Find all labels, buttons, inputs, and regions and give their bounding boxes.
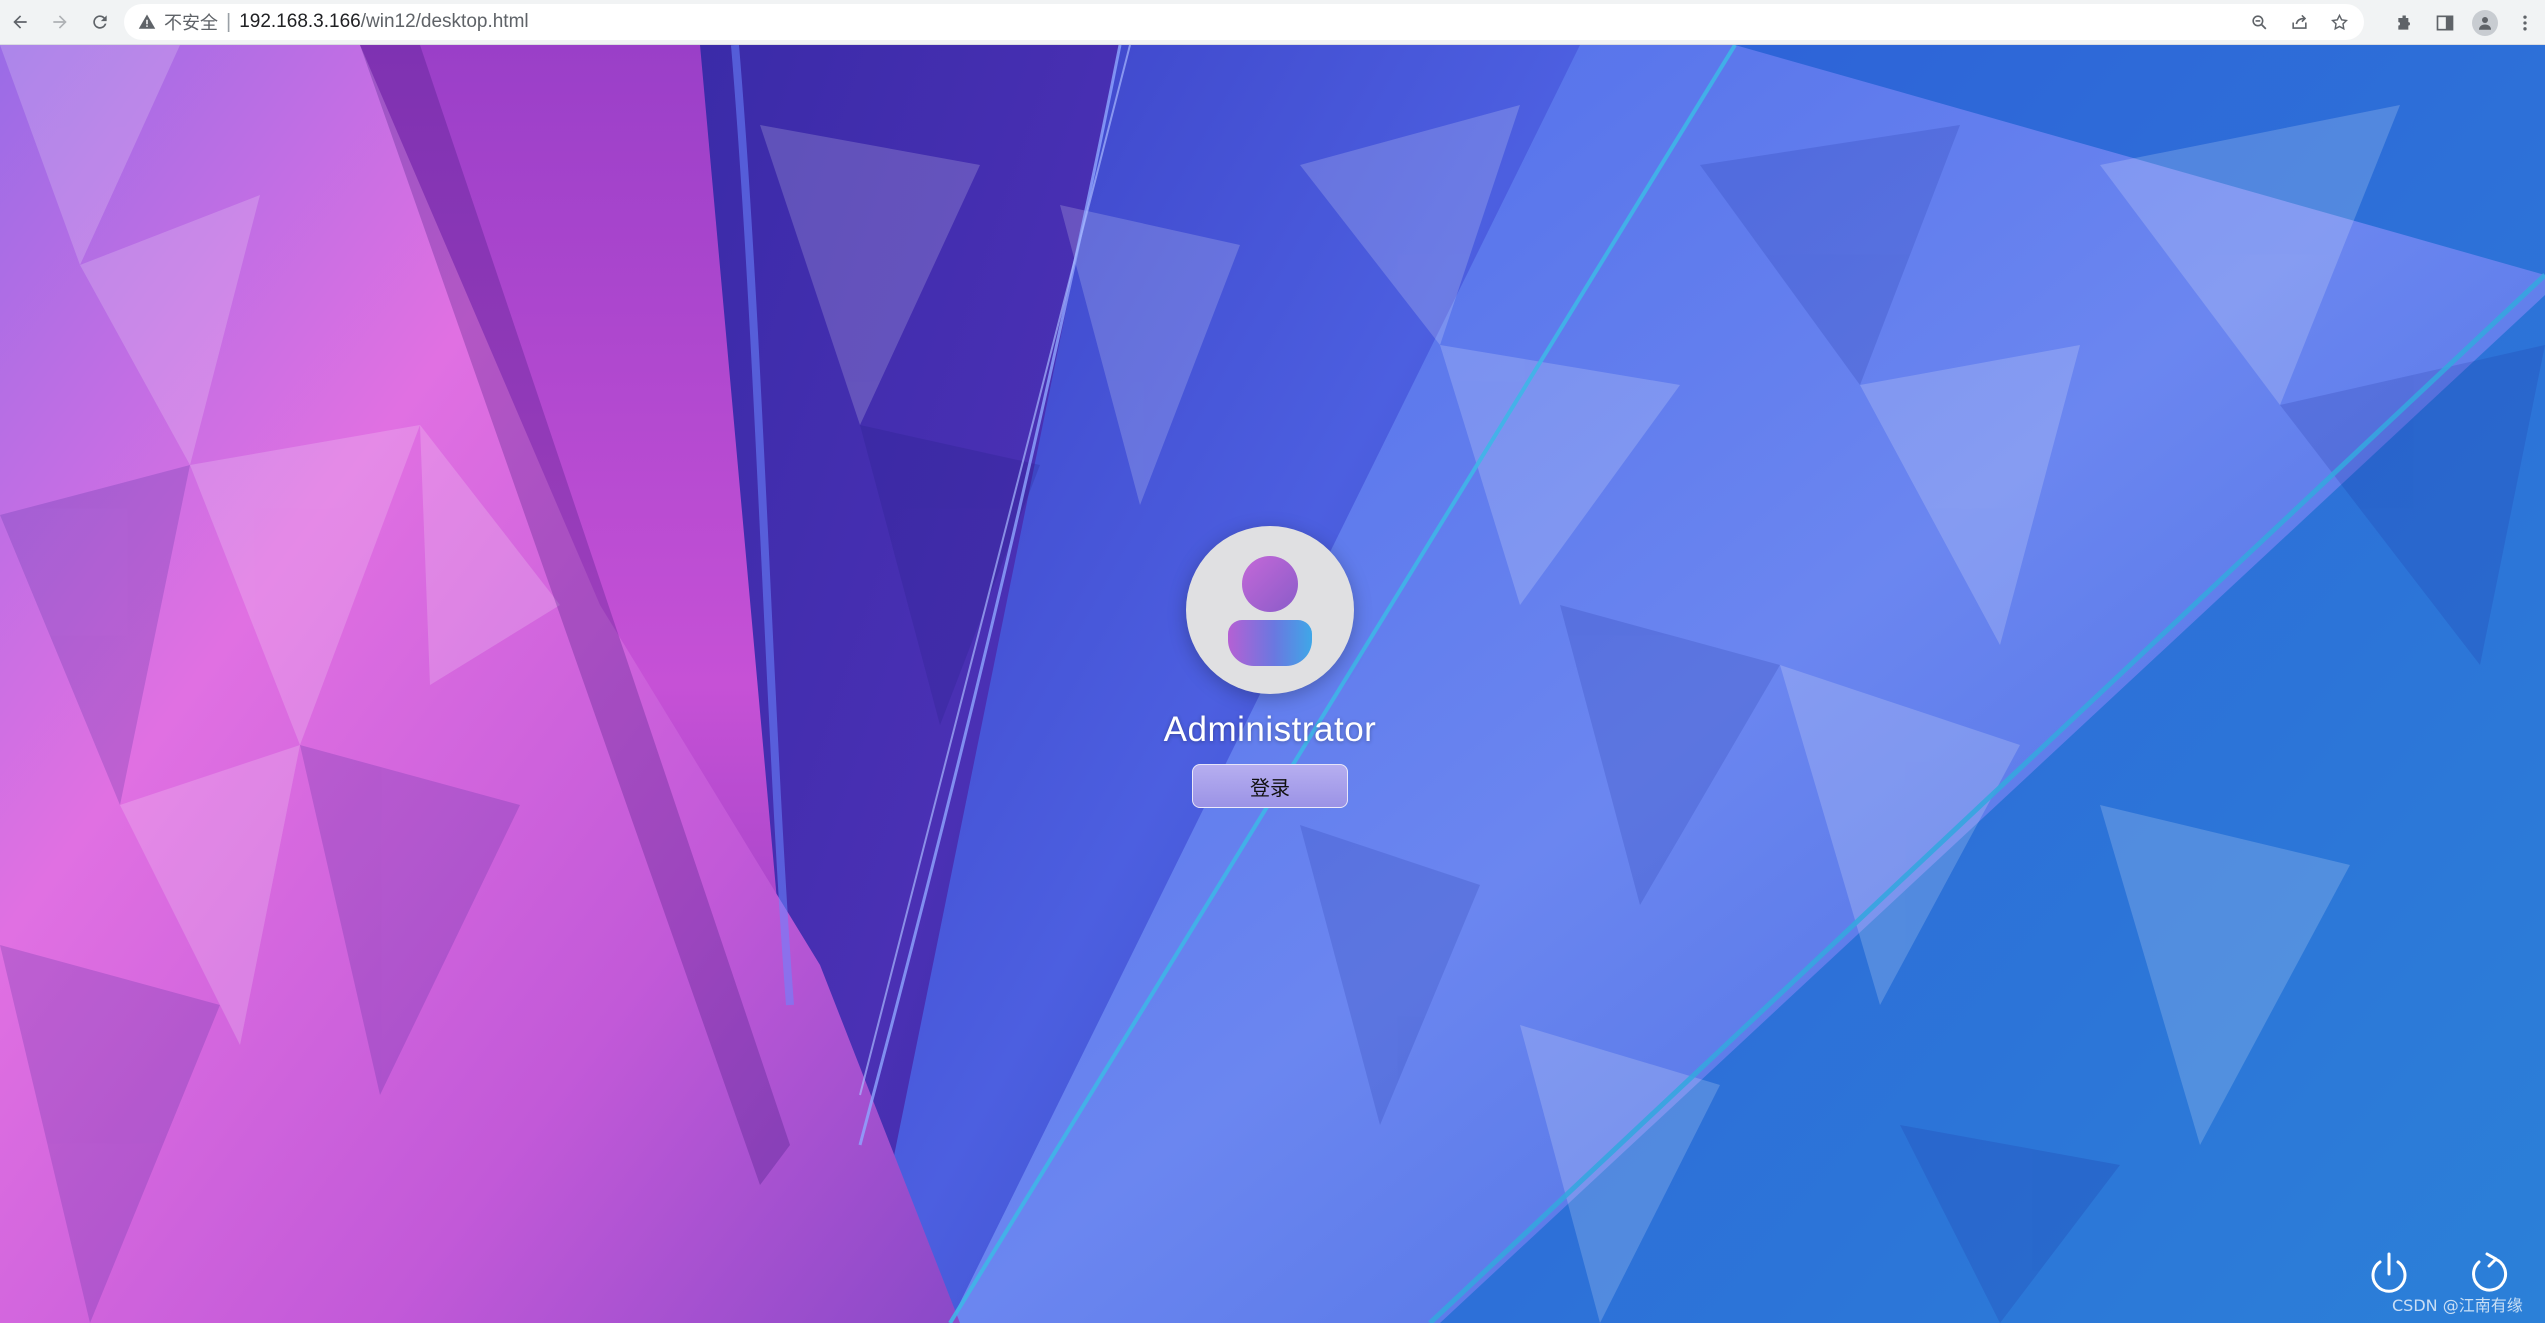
browser-toolbar: 不安全 | 192.168.3.166/win12/desktop.html (0, 0, 2545, 45)
restart-icon (2472, 1252, 2508, 1292)
user-avatar (1186, 526, 1354, 694)
menu-kebab-icon (2523, 15, 2527, 30)
bookmark-star-icon (2330, 13, 2348, 30)
zoom-button[interactable] (2244, 7, 2274, 37)
forward-icon (53, 15, 67, 29)
reload-button[interactable] (80, 0, 120, 45)
security-label[interactable]: 不安全 (164, 9, 218, 35)
avatar-head-shape (1242, 556, 1298, 612)
zoom-icon (2251, 14, 2266, 29)
back-icon (13, 15, 27, 29)
share-icon (2291, 14, 2307, 29)
bookmark-button[interactable] (2324, 7, 2354, 37)
url-host: 192.168.3.166 (239, 11, 361, 32)
csdn-watermark: CSDN @江南有缘 (2392, 1296, 2523, 1315)
browser-right-tools (2385, 0, 2545, 45)
extensions-icon (2398, 15, 2410, 30)
browser-menu-button[interactable] (2505, 0, 2545, 45)
forward-button[interactable] (40, 0, 80, 45)
side-panel-button[interactable] (2425, 0, 2465, 45)
power-icon (2371, 1252, 2407, 1293)
address-bar[interactable]: 不安全 | 192.168.3.166/win12/desktop.html (124, 4, 2364, 40)
power-button[interactable] (2365, 1250, 2413, 1298)
address-bar-actions (2244, 4, 2354, 40)
login-button[interactable]: 登录 (1192, 764, 1348, 808)
profile-button[interactable] (2465, 0, 2505, 45)
restart-button[interactable] (2465, 1250, 2513, 1298)
avatar-body-shape (1228, 620, 1312, 666)
reload-icon (93, 15, 107, 29)
share-button[interactable] (2284, 7, 2314, 37)
url-path: /win12/desktop.html (360, 11, 529, 32)
username-label: Administrator (1163, 710, 1377, 749)
address-separator: | (226, 10, 232, 33)
login-panel: Administrator 登录 (1110, 526, 1430, 826)
side-panel-icon (2436, 15, 2454, 30)
back-button[interactable] (0, 0, 40, 45)
extensions-button[interactable] (2385, 0, 2425, 45)
profile-icon (2472, 9, 2498, 36)
power-controls (2365, 1250, 2513, 1298)
warning-icon[interactable] (138, 13, 156, 31)
